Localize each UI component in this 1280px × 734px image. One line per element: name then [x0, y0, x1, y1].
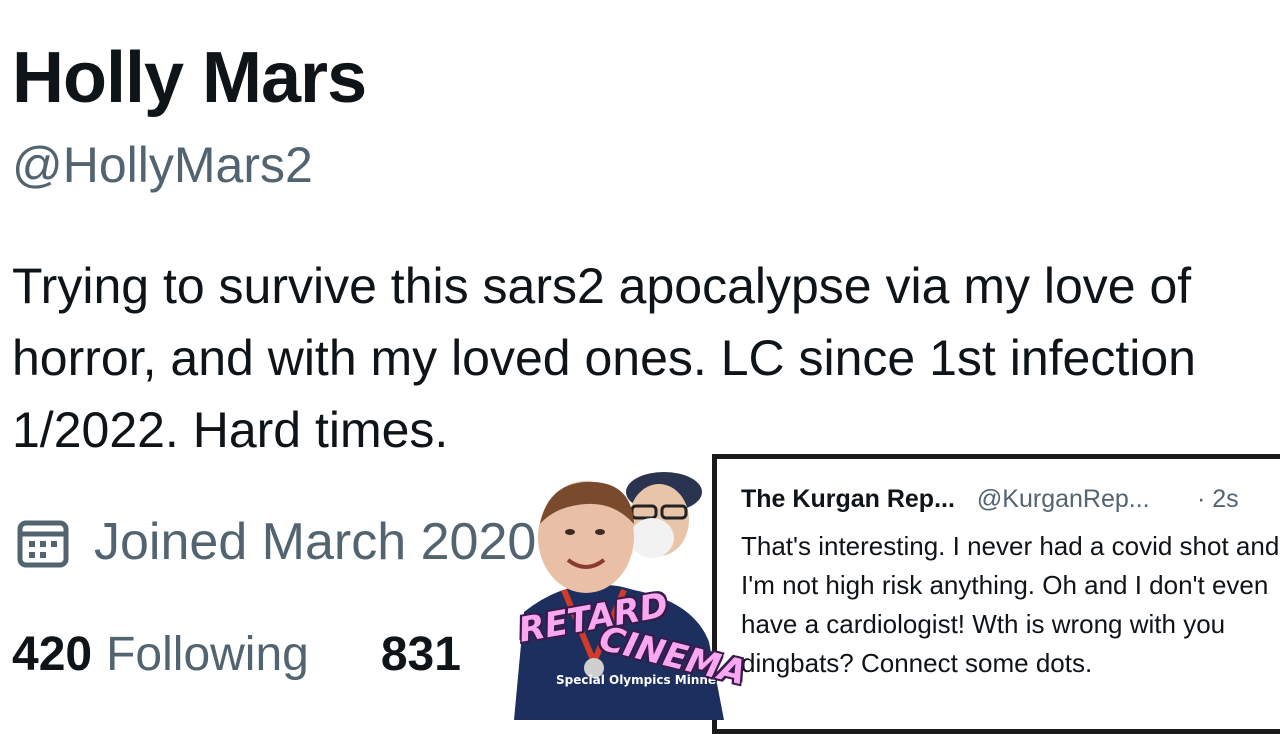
- tweet-text: That's interesting. I never had a covid …: [741, 531, 1280, 678]
- profile-bio: Trying to survive this sars2 apocalypse …: [12, 258, 1196, 458]
- reply-tweet[interactable]: The Kurgan Rep... @KurganRep... · 2s Tha…: [712, 454, 1280, 734]
- profile-stats: 420 Following 831: [12, 622, 461, 686]
- profile-name: Holly Mars: [12, 38, 367, 118]
- tweet-header: The Kurgan Rep... @KurganRep...: [741, 485, 1150, 514]
- profile-handle[interactable]: @HollyMars2: [12, 140, 313, 190]
- calendar-icon: [16, 515, 70, 569]
- tweet-author[interactable]: The Kurgan Rep...: [741, 485, 955, 514]
- followers-stat[interactable]: 831: [381, 627, 461, 682]
- following-count: 420: [12, 627, 93, 681]
- followers-count: 831: [380, 627, 461, 681]
- joined-date: Joined March 2020: [16, 506, 536, 578]
- following-stat[interactable]: 420 Following: [12, 627, 309, 682]
- tweet-timestamp[interactable]: · 2s: [1197, 485, 1239, 514]
- tweet-username[interactable]: @KurganRep...: [977, 485, 1150, 514]
- joined-label: Joined March 2020: [94, 513, 537, 571]
- following-label: Following: [106, 627, 309, 681]
